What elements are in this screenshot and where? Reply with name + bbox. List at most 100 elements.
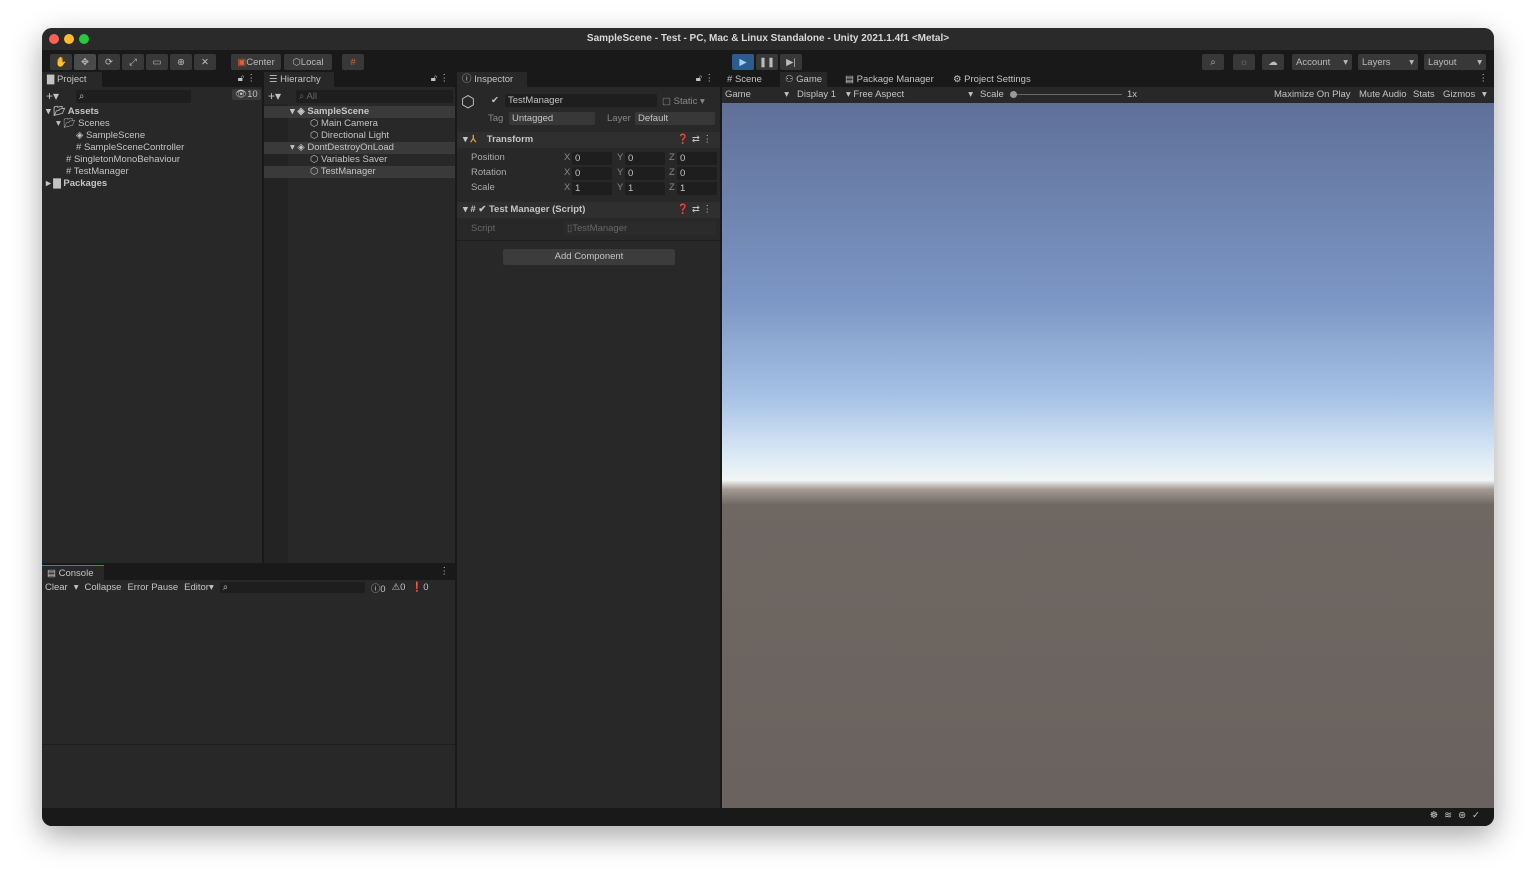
close-button[interactable] [49,34,59,44]
menu-icon[interactable]: ⋮ [1479,73,1489,84]
hierarchy-search-input[interactable]: ⌕ All [296,90,453,103]
tab-scene[interactable]: # Scene [722,72,767,87]
tab-inspector[interactable]: ⓘ Inspector [457,72,527,87]
clear-button[interactable]: Clear [45,582,68,593]
hand-tool-icon[interactable]: ✋ [50,54,72,70]
z-field[interactable]: 0 [677,167,717,180]
cloud-icon[interactable]: ☁ [1262,54,1284,70]
account-dropdown[interactable]: Account ▾ [1292,54,1352,70]
clear-options-icon[interactable]: ▾ [74,582,79,593]
play-button[interactable]: ▶ [732,54,754,70]
console-search-input[interactable]: ⌕ [219,582,365,593]
warning-filter[interactable]: ⚠0 [392,582,406,593]
item-label: Scenes [78,118,110,129]
search-icon[interactable]: ⌕ [1202,54,1224,70]
list-item[interactable]: # SingletonMonoBehaviour [46,154,260,166]
list-item[interactable]: ▾ 📂︎ Scenes [46,118,260,130]
stats-toggle[interactable]: Stats [1413,87,1435,103]
move-tool-icon[interactable]: ✥ [74,54,96,70]
script-field[interactable]: ▯TestManager [564,222,716,235]
display-dropdown[interactable]: Display 1 [797,87,849,103]
grid-snap-icon[interactable]: # [342,54,364,70]
x-field[interactable]: 0 [572,167,612,180]
error-filter[interactable]: ❗0 [411,582,428,593]
zoom-button[interactable] [79,34,89,44]
item-label: SampleScene [85,130,146,141]
hidden-packages-toggle[interactable]: 👁︎10 [232,89,261,100]
gizmos-toggle[interactable]: Gizmos [1443,87,1475,103]
gizmos-dropdown-icon[interactable]: ▾ [1482,87,1487,103]
active-checkbox[interactable]: ✔ [491,95,499,106]
mute-audio-toggle[interactable]: Mute Audio [1359,87,1407,103]
list-item[interactable]: # SampleSceneController [46,142,260,154]
list-item[interactable]: ⬡ TestManager [264,166,455,178]
static-toggle[interactable]: ▢ Static ▾ [662,96,705,107]
menu-icon[interactable]: ⋮ [440,566,450,577]
object-name-input[interactable]: TestManager [505,94,657,107]
status-icons[interactable]: ☸≋⊛✓ [1430,810,1486,821]
pivot-center-button[interactable]: ▣ Center [231,54,281,70]
list-item[interactable]: ⬡ Main Camera [264,118,455,130]
tab-game[interactable]: ⚇ Game [780,72,828,87]
collapse-button[interactable]: Collapse [84,582,121,593]
lock-and-menu-icon[interactable]: 🔓︎ ⋮ [431,73,449,84]
tab-project-settings[interactable]: ⚙ Project Settings [948,72,1036,87]
add-component-button[interactable]: Add Component [503,249,675,265]
z-field[interactable]: 0 [677,152,717,165]
help-settings-menu-icons[interactable]: ❓ ⇄ ⋮ [677,202,712,218]
create-button[interactable]: +▾ [268,89,281,103]
layer-dropdown[interactable]: Default [635,112,715,125]
tab-hierarchy[interactable]: ☰ Hierarchy [264,72,334,87]
tab-console[interactable]: ▤ Console [42,565,104,580]
x-field[interactable]: 1 [572,182,612,195]
list-item[interactable]: ▾ ◈ SampleScene [264,106,455,118]
editor-dropdown[interactable]: Editor▾ [184,582,214,593]
lock-and-menu-icon[interactable]: 🔓︎ ⋮ [696,73,714,84]
scale-slider[interactable] [1010,91,1122,98]
y-field[interactable]: 0 [625,152,665,165]
maximize-on-play-toggle[interactable]: Maximize On Play [1274,87,1351,103]
tab-project[interactable]: ▇ Project [42,72,102,87]
tab-label: Game [796,74,823,85]
list-item[interactable]: ⬡ Directional Light [264,130,455,142]
layers-dropdown[interactable]: Layers ▾ [1358,54,1418,70]
rect-tool-icon[interactable]: ▭ [146,54,168,70]
pivot-local-button[interactable]: ⬡ Local [284,54,332,70]
list-item[interactable]: ▸ ▇ Packages [46,178,260,190]
custom-tool-icon[interactable]: ✕ [194,54,216,70]
console-panel: ▤ Console ⋮ Clear ▾ Collapse Error Pause E… [42,565,455,808]
scale-slider-handle[interactable] [1010,91,1017,98]
tab-package-manager[interactable]: ▤ Package Manager [840,72,939,87]
collab-icon[interactable]: ☼ [1233,54,1255,70]
list-item[interactable]: ⬡ Variables Saver [264,154,455,166]
pause-button[interactable]: ❚❚ [756,54,778,70]
layer-value: Default [638,113,669,124]
tag-dropdown[interactable]: Untagged [509,112,595,125]
rotate-tool-icon[interactable]: ⟳ [98,54,120,70]
display-mode-dropdown[interactable]: Game ▾ [725,87,789,103]
project-search-input[interactable]: ⌕ [76,90,191,103]
scale-tool-icon[interactable]: ⤢ [122,54,144,70]
component-title: Test Manager (Script) [488,204,586,215]
step-button[interactable]: ▶| [780,54,802,70]
transform-tool-icon[interactable]: ⊕ [170,54,192,70]
script-component-header[interactable]: ▾ # ✔ Test Manager (Script) ❓ ⇄ ⋮ [457,202,720,218]
minimize-button[interactable] [64,34,74,44]
layout-dropdown[interactable]: Layout ▾ [1424,54,1486,70]
info-filter[interactable]: ⓘ0 [371,581,386,595]
list-item[interactable]: # TestManager [46,166,260,178]
list-item[interactable]: ▾ 📂︎ Assets [46,106,260,118]
y-field[interactable]: 0 [625,167,665,180]
transform-header[interactable]: ▾ ⅄ Transform ❓ ⇄ ⋮ [457,132,720,148]
help-settings-menu-icons[interactable]: ❓ ⇄ ⋮ [677,132,712,148]
z-field[interactable]: 1 [677,182,717,195]
create-button[interactable]: +▾ [46,89,59,103]
x-field[interactable]: 0 [572,152,612,165]
aspect-dropdown[interactable]: ▾ Free Aspect ▾ [846,87,973,103]
error-pause-button[interactable]: Error Pause [127,582,178,593]
lock-and-menu-icon[interactable]: 🔓︎ ⋮ [238,73,256,84]
y-field[interactable]: 1 [625,182,665,195]
game-viewport[interactable] [722,103,1494,808]
list-item[interactable]: ◈ SampleScene [46,130,260,142]
list-item[interactable]: ▾ ◈ DontDestroyOnLoad [264,142,455,154]
